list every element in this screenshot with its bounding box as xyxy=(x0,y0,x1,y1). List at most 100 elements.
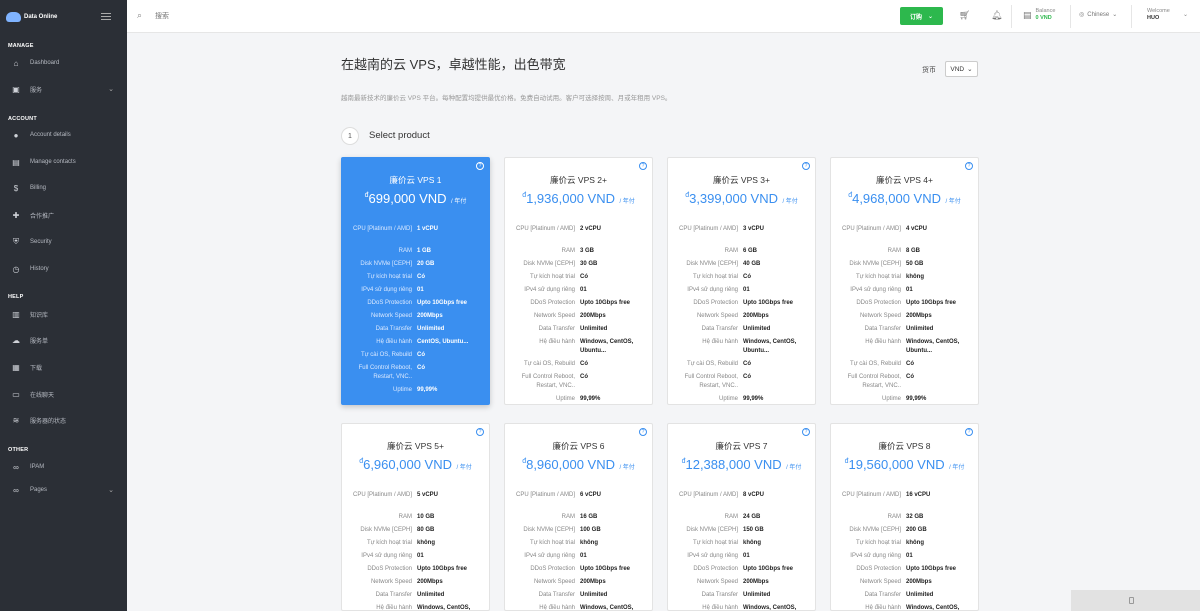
spec-label: Tự kích hoạt trial xyxy=(366,540,412,546)
spec-label: IPv4 sử dụng riêng xyxy=(687,287,738,293)
spec-row-ram: RAM 6 GB xyxy=(668,247,815,256)
spec-row-ram: RAM 16 GB xyxy=(505,513,652,522)
spec-row-transfer: Data Transfer Unlimited xyxy=(505,325,652,334)
page-subtitle: 越南最新技术的廉价云 VPS 平台。每种配置均提供最优价格。免费自动试用。客户可… xyxy=(341,95,672,102)
chevron-down-icon: ⌄ xyxy=(108,86,114,93)
spec-value: Upto 10Gbps free xyxy=(743,300,794,306)
spec-value: 01 xyxy=(417,553,424,559)
spec-row-ram: RAM 3 GB xyxy=(505,247,652,256)
scroll-overlay[interactable] xyxy=(1071,590,1200,611)
spec-value: 200Mbps xyxy=(743,313,769,319)
product-name: 廉价云 VPS 6 xyxy=(552,441,605,451)
sidebar-item-ipam[interactable]: ∞ IPAM xyxy=(0,457,127,477)
help-icon[interactable]: ? xyxy=(639,162,647,170)
help-icon[interactable]: ? xyxy=(476,428,484,436)
order-button[interactable]: 订购 ⌄ xyxy=(900,7,943,25)
product-card[interactable]: ? 廉价云 VPS 7 đ12,388,000 VND / 年付 CPU [Plati… xyxy=(667,423,816,611)
bell-icon[interactable]: 🔔︎ xyxy=(991,10,1002,21)
help-icon[interactable]: ? xyxy=(802,162,810,170)
sidebar-item-label: 合作推广 xyxy=(30,213,55,220)
spec-label: Hệ điều hành xyxy=(376,605,412,611)
currency-value: VND xyxy=(950,65,965,73)
help-icon[interactable]: ? xyxy=(965,428,973,436)
language-selector[interactable]: ◎ Chinese ⌄ xyxy=(1079,11,1117,19)
sidebar-item-tickets[interactable]: ☁ 服务单 xyxy=(0,330,127,350)
product-price: đ6,960,000 VND / 年付 xyxy=(342,456,489,474)
currency-label: 货币 xyxy=(922,67,936,74)
spec-row-os: Hệ điều hành Windows, CentOS, Ubuntu... xyxy=(505,338,652,356)
spec-value: Windows, CentOS, xyxy=(580,605,634,611)
search-input[interactable] xyxy=(155,9,275,23)
spec-label: Tự kích hoạt trial xyxy=(692,540,738,546)
product-card[interactable]: ? 廉价云 VPS 6 đ8,960,000 VND / 年付 CPU [Platin… xyxy=(504,423,653,611)
product-card[interactable]: ? 廉价云 VPS 3+ đ3,399,000 VND / 年付 CPU [Plati… xyxy=(667,157,816,405)
menu-toggle-icon[interactable] xyxy=(101,13,111,20)
spec-label: DDoS Protection xyxy=(693,300,738,306)
spec-label: Hệ điều hành xyxy=(539,339,575,345)
product-card[interactable]: ? 廉价云 VPS 4+ đ4,968,000 VND / 年付 CPU [Plati… xyxy=(830,157,979,405)
sidebar-item-services[interactable]: ▣ 服务 ⌄ xyxy=(0,79,127,99)
sidebar-item-history[interactable]: ◷ History xyxy=(0,259,127,279)
sidebar-item-account-details[interactable]: ● Account details xyxy=(0,125,127,145)
spec-row-cpu: CPU [Platinum / AMD] 4 vCPU xyxy=(831,225,978,234)
spec-value: 01 xyxy=(906,553,913,559)
sidebar-item-label: IPAM xyxy=(30,464,45,470)
spec-value: 5 vCPU xyxy=(417,492,439,498)
language-label: Chinese xyxy=(1087,11,1110,18)
sidebar-item-knowledgebase[interactable]: ▥ 知识库 xyxy=(0,304,127,324)
spec-value: 99,99% xyxy=(580,396,601,402)
spec-label: IPv4 sử dụng riêng xyxy=(850,553,901,559)
search-icon[interactable]: ⌕ xyxy=(137,10,142,21)
sidebar-item-live-chat[interactable]: ▭ 在线聊天 xyxy=(0,384,127,404)
help-icon[interactable]: ? xyxy=(965,162,973,170)
spec-row-disk: Disk NVMe [CEPH] 100 GB xyxy=(505,526,652,535)
help-icon[interactable]: ? xyxy=(802,428,810,436)
sidebar-item-pages[interactable]: ∞ Pages ⌄ xyxy=(0,480,127,500)
spec-row-disk: Disk NVMe [CEPH] 50 GB xyxy=(831,260,978,269)
sidebar-item-affiliate[interactable]: ✚ 合作推广 xyxy=(0,205,127,225)
product-name: 廉价云 VPS 1 xyxy=(389,175,442,185)
sidebar-item-downloads[interactable]: ▦ 下载 xyxy=(0,357,127,377)
spec-value: Unlimited xyxy=(417,326,445,332)
spec-label: CPU [Platinum / AMD] xyxy=(352,492,412,498)
spec-value: 200Mbps xyxy=(743,579,769,585)
chevron-down-icon: ⌄ xyxy=(1183,12,1189,18)
cart-icon[interactable]: 🛒︎ xyxy=(959,10,970,21)
brand[interactable]: Data Online xyxy=(0,0,127,33)
sidebar-item-server-status[interactable]: ≋ 服务器的状态 xyxy=(0,410,127,430)
sidebar-item-billing[interactable]: $ Billing xyxy=(0,178,127,198)
product-card[interactable]: ? 廉价云 VPS 1 đ699,000 VND / 年付 CPU [Platinum… xyxy=(341,157,490,405)
spec-value: không xyxy=(417,540,435,546)
product-card[interactable]: ? 廉价云 VPS 5+ đ6,960,000 VND / 年付 CPU [Plati… xyxy=(341,423,490,611)
spec-value: CentOS, Ubuntu... xyxy=(417,339,469,345)
sidebar-item-label: Pages xyxy=(30,487,48,493)
sidebar-item-label: History xyxy=(30,266,49,272)
product-price: đ12,388,000 VND / 年付 xyxy=(668,456,815,474)
currency-symbol: đ xyxy=(522,458,527,465)
spec-label: Tự kích hoạt trial xyxy=(366,274,412,280)
spec-row-transfer: Data Transfer Unlimited xyxy=(668,591,815,600)
spec-row-ddos: DDoS Protection Upto 10Gbps free xyxy=(505,299,652,308)
sidebar-item-security[interactable]: ⛨ Security xyxy=(0,232,127,252)
spec-row-cpu: CPU [Platinum / AMD] 2 vCPU xyxy=(505,225,652,234)
spec-row-ipv4: IPv4 sử dụng riêng 01 xyxy=(668,286,815,295)
product-card[interactable]: ? 廉价云 VPS 2+ đ1,936,000 VND / 年付 CPU [Plati… xyxy=(504,157,653,405)
currency-symbol: đ xyxy=(848,192,853,199)
currency-symbol: đ xyxy=(681,458,686,465)
sidebar-item-manage-contacts[interactable]: ▤ Manage contacts xyxy=(0,152,127,172)
user-menu[interactable]: Welcome HUO ⌄ xyxy=(1147,8,1188,22)
spec-row-net: Network Speed 200Mbps xyxy=(831,578,978,587)
spec-label: IPv4 sử dụng riêng xyxy=(687,553,738,559)
balance-widget[interactable]: ▤ Balance 0 VND xyxy=(1023,8,1055,22)
price-period: / 年付 xyxy=(456,465,472,471)
currency-select[interactable]: VND ⌄ xyxy=(945,61,978,77)
order-button-label: 订购 xyxy=(909,14,922,21)
help-icon[interactable]: ? xyxy=(476,162,484,170)
product-card[interactable]: ? 廉价云 VPS 8 đ19,560,000 VND / 年付 CPU [Plati… xyxy=(830,423,979,611)
currency-symbol: đ xyxy=(522,192,527,199)
spec-label: CPU [Platinum / AMD] xyxy=(352,226,412,232)
link-icon: ∞ xyxy=(13,462,19,472)
help-icon[interactable]: ? xyxy=(639,428,647,436)
sidebar-item-label: 服务器的状态 xyxy=(30,418,67,425)
sidebar-item-dashboard[interactable]: ⌂ Dashboard xyxy=(0,53,127,73)
